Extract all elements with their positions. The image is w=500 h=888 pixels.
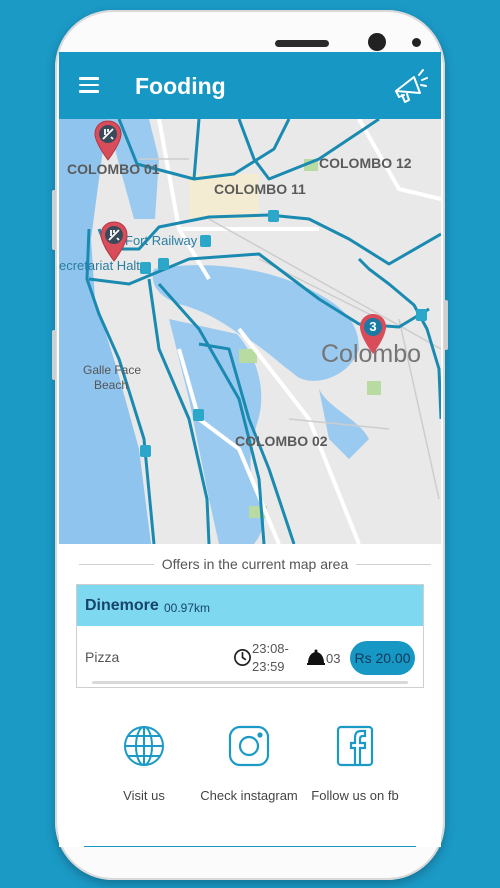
- clock-icon: [234, 649, 251, 666]
- facebook-label: Follow us on fb: [311, 788, 399, 803]
- map-label-colombo11: COLOMBO 11: [214, 181, 306, 197]
- cluster-count: 3: [369, 319, 377, 334]
- restaurant-name: Dinemore: [85, 597, 159, 614]
- offers-section-header: Offers in the current map area: [79, 552, 431, 576]
- offer-count: 03: [326, 651, 341, 666]
- facebook-button[interactable]: Follow us on fb: [295, 724, 415, 803]
- offer-card-header: Dinemore 00.97km: [77, 585, 423, 626]
- visit-us-button[interactable]: Visit us: [84, 724, 204, 803]
- visit-us-label: Visit us: [123, 788, 165, 803]
- restaurant-distance: 00.97km: [164, 601, 211, 615]
- instagram-label: Check instagram: [200, 788, 298, 803]
- app-screen: Fooding COLOMBO 01 COLOMBO 11 COLOMBO 12…: [59, 52, 441, 847]
- speaker-grille: [275, 40, 329, 47]
- megaphone-icon[interactable]: [392, 67, 428, 105]
- bottom-divider: [84, 846, 416, 847]
- restaurant-pin-icon[interactable]: [99, 220, 129, 262]
- side-button-left-2: [52, 330, 56, 380]
- restaurant-pin-icon[interactable]: [93, 119, 123, 161]
- facebook-icon: [336, 725, 374, 767]
- map-label-fort-railway: Fort Railway: [125, 233, 198, 248]
- side-button-left-1: [52, 190, 56, 250]
- map-label-colombo12: COLOMBO 12: [319, 155, 412, 171]
- scrollbar[interactable]: [92, 681, 408, 684]
- globe-icon: [124, 726, 164, 766]
- instagram-button[interactable]: Check instagram: [189, 724, 309, 803]
- price-button[interactable]: Rs 20.00: [350, 641, 415, 675]
- map-label-galle-face: Galle Face: [83, 363, 142, 377]
- offer-time-start: 23:08-: [252, 641, 289, 656]
- side-button-right: [444, 300, 448, 350]
- food-cover-icon: [307, 649, 325, 665]
- map-label-colombo01: COLOMBO 01: [67, 161, 160, 177]
- map-view[interactable]: COLOMBO 01 COLOMBO 11 COLOMBO 12 COLOMBO…: [59, 119, 441, 544]
- proximity-sensor: [412, 38, 421, 47]
- map-label-galle-face-beach: Beach: [94, 378, 129, 392]
- offer-time: 23:08- 23:59: [252, 640, 289, 676]
- app-bar: Fooding: [59, 52, 441, 119]
- offer-item-name: Pizza: [85, 649, 120, 665]
- app-title: Fooding: [135, 73, 226, 99]
- offers-section-title: Offers in the current map area: [153, 556, 357, 572]
- instagram-icon: [228, 725, 270, 767]
- menu-icon[interactable]: [79, 77, 99, 93]
- cluster-pin[interactable]: 3: [359, 313, 387, 355]
- map-label-colombo02: COLOMBO 02: [235, 433, 328, 449]
- offer-card[interactable]: Dinemore 00.97km Pizza 23:08- 23:59 03 R…: [76, 584, 424, 688]
- front-camera: [368, 33, 386, 51]
- offer-time-end: 23:59: [252, 659, 285, 674]
